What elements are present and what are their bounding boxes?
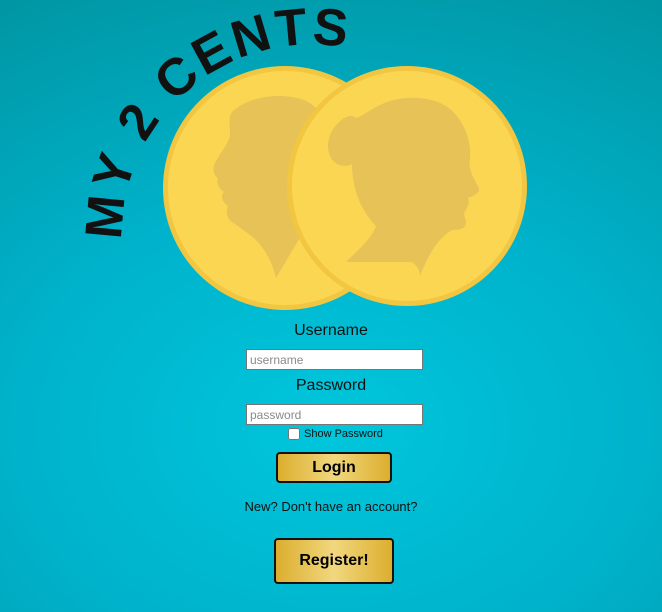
show-password-checkbox[interactable] bbox=[288, 428, 300, 440]
signup-prompt: New? Don't have an account? bbox=[244, 499, 418, 514]
show-password-toggle[interactable]: Show Password bbox=[287, 428, 383, 440]
username-input[interactable] bbox=[246, 349, 423, 370]
username-label: Username bbox=[294, 322, 368, 339]
register-button[interactable]: Register! bbox=[274, 538, 394, 584]
login-button[interactable]: Login bbox=[276, 452, 392, 483]
password-input[interactable] bbox=[246, 404, 423, 425]
show-password-label: Show Password bbox=[304, 428, 383, 440]
coin-right-icon bbox=[287, 66, 527, 306]
password-label: Password bbox=[295, 377, 367, 394]
my-2-cents-logo: MY 2 CENTS bbox=[75, 0, 527, 310]
